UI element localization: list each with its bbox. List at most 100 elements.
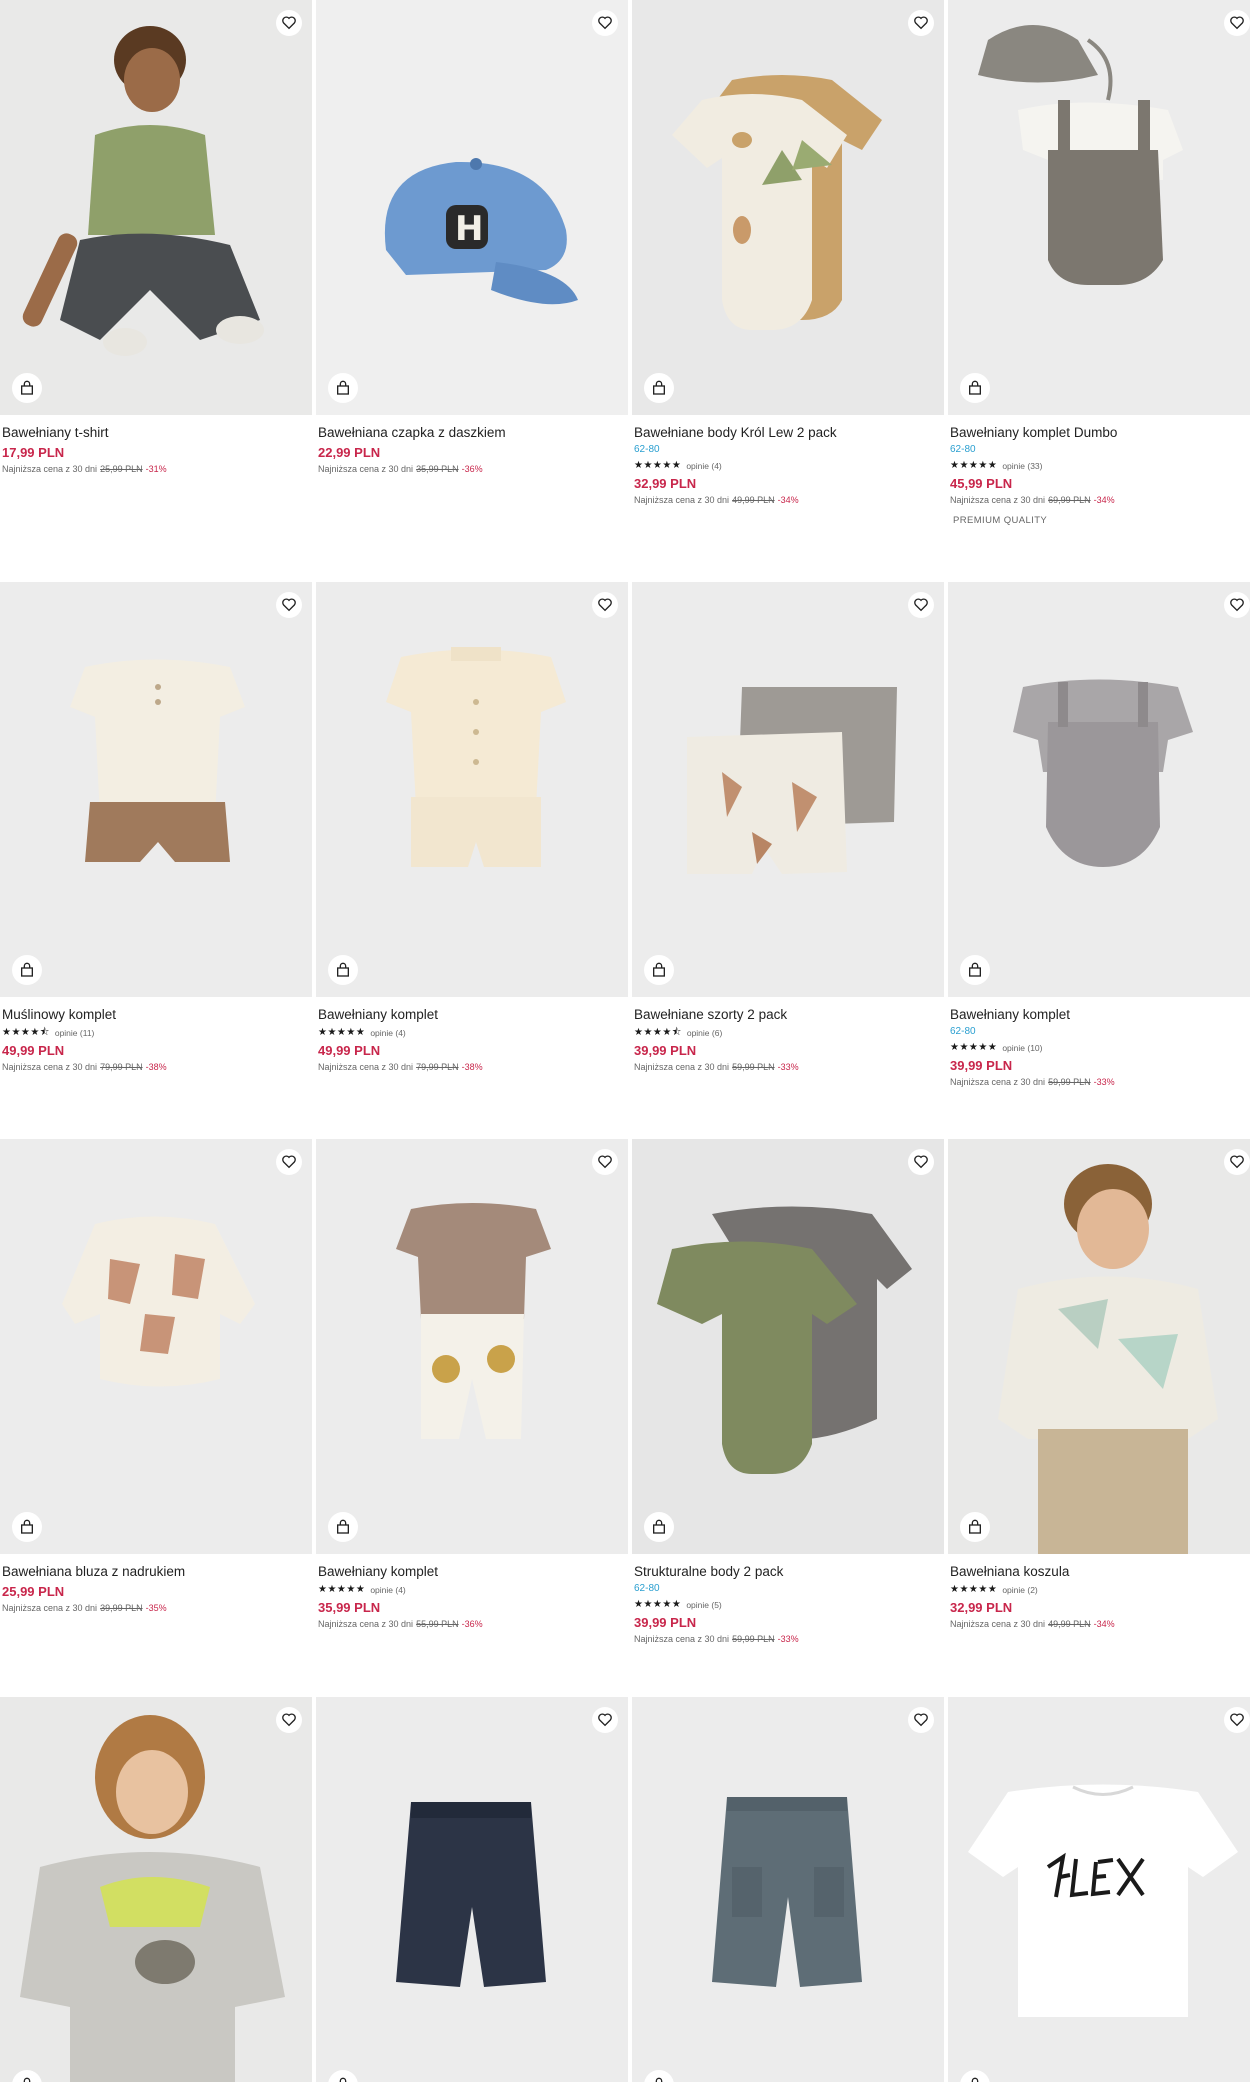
favorite-button[interactable]	[592, 1149, 618, 1175]
review-count[interactable]: opinie (2)	[1002, 1584, 1037, 1596]
add-to-bag-button[interactable]	[12, 955, 42, 985]
product-name[interactable]: Muślinowy komplet	[2, 1006, 310, 1023]
product-card[interactable]: Bawełniany komplet ★★★★★ opinie (4) 35,99…	[316, 1139, 628, 1630]
product-name[interactable]: Bawełniane szorty 2 pack	[634, 1006, 942, 1023]
favorite-button[interactable]	[908, 1149, 934, 1175]
review-count[interactable]: opinie (11)	[55, 1027, 95, 1039]
product-price: 22,99 PLN	[318, 445, 381, 460]
size-range: 62-80	[634, 444, 660, 455]
star-rating-icon: ★★★★★	[634, 1598, 682, 1610]
product-image	[0, 1139, 312, 1554]
product-photo[interactable]	[316, 1697, 628, 2082]
product-image: H	[316, 0, 628, 415]
product-photo[interactable]	[0, 1139, 312, 1554]
product-card[interactable]: Bawełniana koszula ★★★★★ opinie (2) 32,99…	[948, 1139, 1250, 1630]
review-count[interactable]: opinie (4)	[370, 1584, 405, 1596]
favorite-button[interactable]	[592, 1707, 618, 1733]
product-card[interactable]: Bawełniany komplet 62-80 ★★★★★ opinie (10…	[948, 582, 1250, 1088]
favorite-button[interactable]	[276, 1707, 302, 1733]
favorite-button[interactable]	[1224, 1149, 1250, 1175]
product-card[interactable]: H Bawełniana czapka z daszkiem 22,99 PLN…	[316, 0, 628, 475]
product-photo[interactable]	[316, 582, 628, 997]
favorite-button[interactable]	[592, 10, 618, 36]
review-count[interactable]: opinie (4)	[370, 1027, 405, 1039]
product-photo[interactable]	[632, 0, 944, 415]
product-card[interactable]	[0, 1697, 312, 2082]
lowest-price-label: Najniższa cena z 30 dni	[950, 1619, 1046, 1629]
review-count[interactable]: opinie (10)	[1002, 1042, 1042, 1054]
favorite-button[interactable]	[276, 592, 302, 618]
rating: ★★★★⯪ opinie (11)	[2, 1026, 310, 1039]
discount: -31%	[145, 464, 167, 474]
product-card[interactable]: Bawełniany t-shirt 17,99 PLN Najniższa c…	[0, 0, 312, 475]
product-photo[interactable]	[0, 582, 312, 997]
product-photo[interactable]	[0, 1697, 312, 2082]
product-card[interactable]	[948, 1697, 1250, 2082]
product-photo[interactable]	[0, 0, 312, 415]
product-card[interactable]	[316, 1697, 628, 2082]
product-card[interactable]: Bawełniane body Król Lew 2 pack 62-80 ★★…	[632, 0, 944, 506]
product-card[interactable]: Strukturalne body 2 pack 62-80 ★★★★★ opin…	[632, 1139, 944, 1645]
product-card[interactable]: Bawełniana bluza z nadrukiem 25,99 PLN N…	[0, 1139, 312, 1614]
review-count[interactable]: opinie (6)	[687, 1027, 722, 1039]
heart-icon	[282, 1155, 296, 1169]
add-to-bag-button[interactable]	[328, 373, 358, 403]
favorite-button[interactable]	[592, 592, 618, 618]
product-card[interactable]: Muślinowy komplet ★★★★⯪ opinie (11) 49,99…	[0, 582, 312, 1073]
star-rating-icon: ★★★★★	[634, 459, 682, 471]
favorite-button[interactable]	[276, 10, 302, 36]
heart-icon	[598, 1713, 612, 1727]
add-to-bag-button[interactable]	[12, 373, 42, 403]
favorite-button[interactable]	[1224, 10, 1250, 36]
favorite-button[interactable]	[1224, 1707, 1250, 1733]
product-name[interactable]: Bawełniana koszula	[950, 1563, 1250, 1580]
product-photo[interactable]	[948, 1697, 1250, 2082]
product-photo[interactable]	[632, 582, 944, 997]
favorite-button[interactable]	[908, 10, 934, 36]
product-name[interactable]: Bawełniany komplet Dumbo	[950, 424, 1250, 441]
add-to-bag-button[interactable]	[960, 373, 990, 403]
product-card[interactable]: Bawełniany komplet ★★★★★ opinie (4) 49,99…	[316, 582, 628, 1073]
product-card[interactable]: Bawełniany komplet Dumbo 62-80 ★★★★★ opin…	[948, 0, 1250, 527]
product-card[interactable]	[632, 1697, 944, 2082]
product-name[interactable]: Bawełniana czapka z daszkiem	[318, 424, 626, 441]
add-to-bag-button[interactable]	[328, 955, 358, 985]
add-to-bag-button[interactable]	[328, 1512, 358, 1542]
product-photo[interactable]	[632, 1139, 944, 1554]
product-name[interactable]: Bawełniany t-shirt	[2, 424, 310, 441]
product-photo[interactable]	[948, 582, 1250, 997]
product-image	[316, 1139, 628, 1554]
favorite-button[interactable]	[908, 1707, 934, 1733]
add-to-bag-button[interactable]	[644, 1512, 674, 1542]
product-photo[interactable]	[948, 0, 1250, 415]
review-count[interactable]: opinie (5)	[686, 1599, 721, 1611]
premium-quality-badge: PREMIUM QUALITY	[953, 515, 1048, 526]
old-price: 79,99 PLN	[100, 1062, 143, 1072]
product-photo[interactable]	[948, 1139, 1250, 1554]
add-to-bag-button[interactable]	[960, 955, 990, 985]
favorite-button[interactable]	[1224, 592, 1250, 618]
product-name[interactable]: Bawełniana bluza z nadrukiem	[2, 1563, 310, 1580]
review-count[interactable]: opinie (4)	[686, 460, 721, 472]
lowest-price-note: Najniższa cena z 30 dni 55,99 PLN -36%	[318, 1618, 626, 1630]
product-photo[interactable]	[632, 1697, 944, 2082]
product-name[interactable]: Bawełniany komplet	[318, 1006, 626, 1023]
product-photo[interactable]: H	[316, 0, 628, 415]
add-to-bag-button[interactable]	[644, 955, 674, 985]
heart-icon	[1230, 1155, 1244, 1169]
review-count[interactable]: opinie (33)	[1002, 460, 1042, 472]
product-price: 39,99 PLN	[950, 1058, 1013, 1073]
product-name[interactable]: Bawełniany komplet	[318, 1563, 626, 1580]
favorite-button[interactable]	[276, 1149, 302, 1175]
add-to-bag-button[interactable]	[644, 373, 674, 403]
old-price: 35,99 PLN	[416, 464, 459, 474]
favorite-button[interactable]	[908, 592, 934, 618]
product-photo[interactable]	[316, 1139, 628, 1554]
product-name[interactable]: Strukturalne body 2 pack	[634, 1563, 942, 1580]
product-name[interactable]: Bawełniane body Król Lew 2 pack	[634, 424, 942, 441]
add-to-bag-button[interactable]	[12, 1512, 42, 1542]
add-to-bag-button[interactable]	[960, 1512, 990, 1542]
product-card[interactable]: Bawełniane szorty 2 pack ★★★★⯪ opinie (6)…	[632, 582, 944, 1073]
product-name[interactable]: Bawełniany komplet	[950, 1006, 1250, 1023]
lowest-price-label: Najniższa cena z 30 dni	[2, 1603, 98, 1613]
